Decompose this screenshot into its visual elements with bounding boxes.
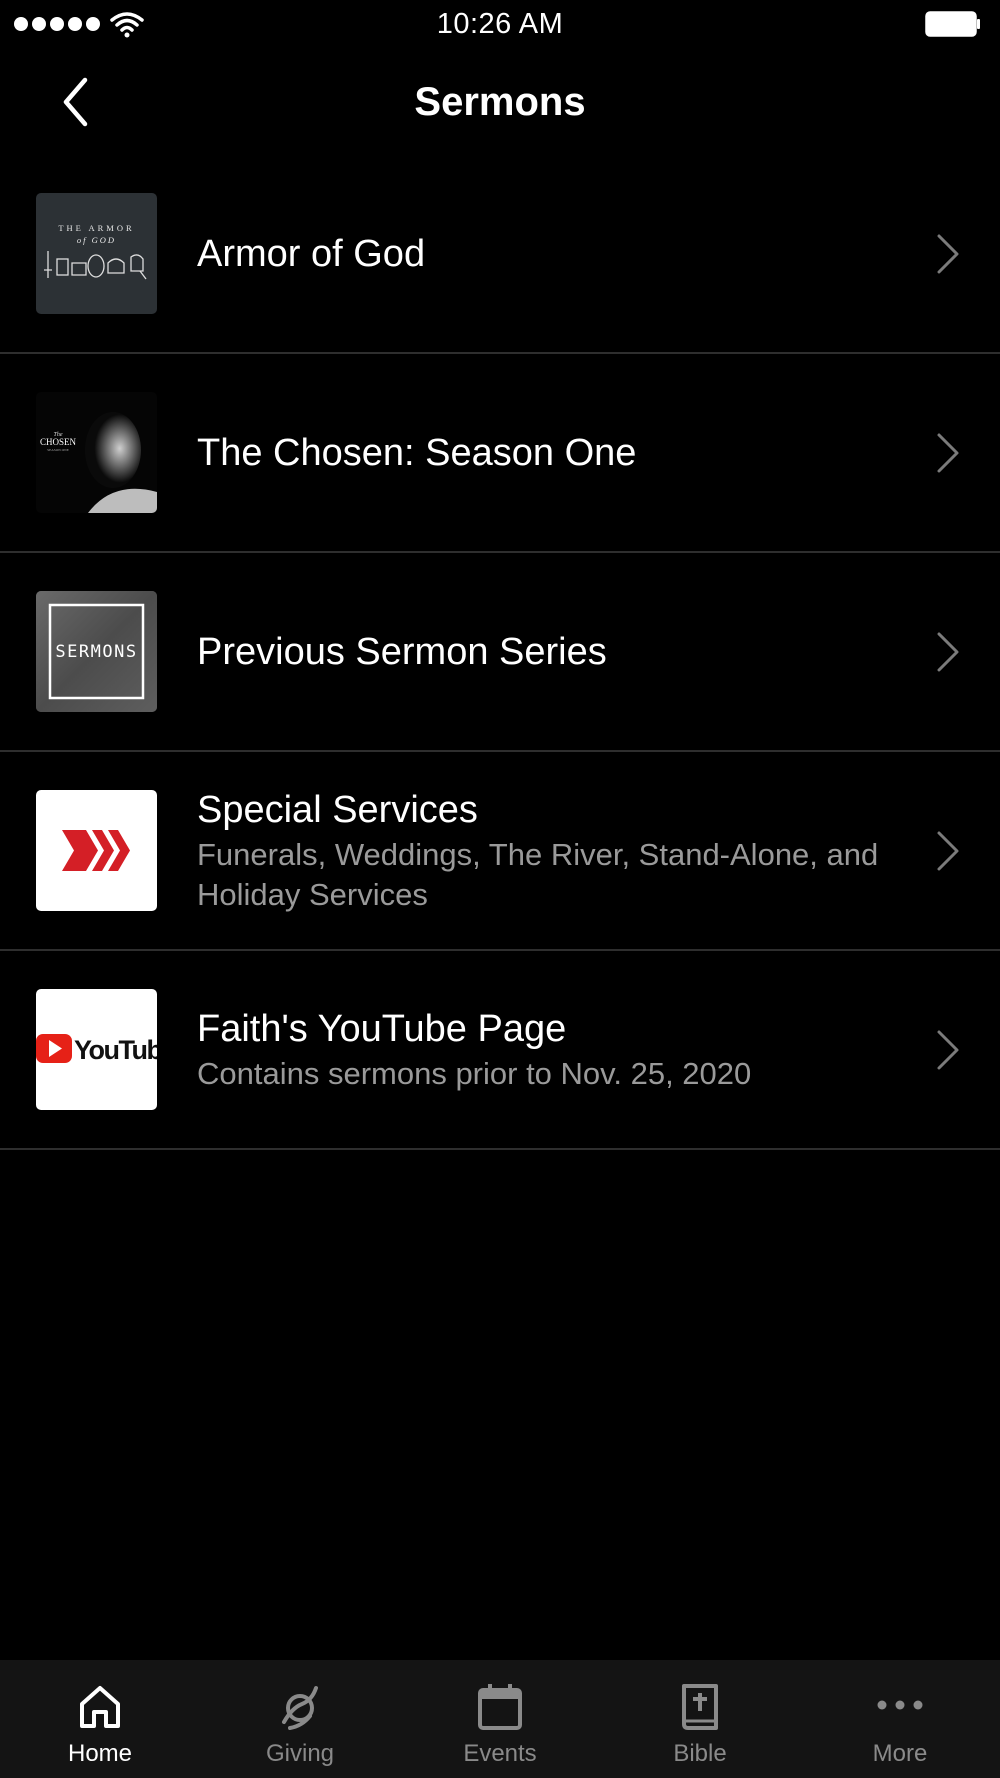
chevron-right-icon	[937, 1030, 959, 1070]
status-bar: 10:26 AM	[0, 0, 1000, 50]
youtube-thumb-text: YouTube	[74, 1035, 157, 1065]
navigation-bar: Sermons	[0, 50, 1000, 152]
youtube-logo-icon: YouTube	[36, 1034, 157, 1065]
tab-home[interactable]: Home	[0, 1660, 200, 1778]
chevron-right-icon	[937, 632, 959, 672]
tab-giving[interactable]: Giving	[200, 1660, 400, 1778]
home-icon	[80, 1686, 120, 1728]
youtube-thumbnail: YouTube	[36, 989, 157, 1110]
the-chosen-thumbnail: The CHOSEN SEASON ONE	[36, 392, 157, 513]
armor-of-god-thumbnail: THE ARMOR of GOD	[36, 193, 157, 314]
tab-more[interactable]: More	[800, 1660, 1000, 1778]
row-title: Faith's YouTube Page	[197, 1007, 567, 1050]
list-item-the-chosen[interactable]: The CHOSEN SEASON ONE The Chosen: Season…	[0, 354, 1000, 553]
row-subtitle: Contains sermons prior to Nov. 25, 2020	[197, 1055, 752, 1091]
tab-label: Home	[67, 1740, 133, 1767]
tab-label: Giving	[265, 1740, 335, 1767]
tab-label: Events	[463, 1740, 537, 1767]
armor-thumb-line1: THE ARMOR	[58, 223, 134, 233]
status-time: 10:26 AM	[436, 8, 564, 40]
row-title: Special Services	[197, 788, 478, 831]
special-services-thumbnail	[36, 790, 157, 911]
sermon-list: THE ARMOR of GOD Armor of God The CHOSEN…	[0, 155, 1000, 1150]
church-logo-icon	[62, 830, 130, 871]
tab-label: Bible	[673, 1740, 727, 1767]
list-item-special-services[interactable]: Special Services Funerals, Weddings, The…	[0, 752, 1000, 951]
list-item-previous-sermon-series[interactable]: SERMONS Previous Sermon Series	[0, 553, 1000, 752]
sermons-thumb-text: SERMONS	[55, 642, 137, 662]
chosen-thumb-line2: CHOSEN	[40, 437, 77, 447]
row-title: Previous Sermon Series	[197, 630, 607, 673]
giving-icon	[282, 1686, 318, 1730]
row-subtitle: Funerals, Weddings, The River, Stand-Alo…	[197, 836, 879, 912]
chosen-thumb-line3: SEASON ONE	[47, 448, 69, 452]
tab-events[interactable]: Events	[400, 1660, 600, 1778]
armor-thumb-line2: of GOD	[77, 235, 116, 245]
battery-icon	[925, 11, 980, 37]
row-title: Armor of God	[197, 232, 426, 275]
list-item-armor-of-god[interactable]: THE ARMOR of GOD Armor of God	[0, 155, 1000, 354]
chevron-right-icon	[937, 831, 959, 871]
previous-sermon-series-thumbnail: SERMONS	[36, 591, 157, 712]
tab-label: More	[872, 1740, 928, 1767]
chevron-right-icon	[937, 234, 959, 274]
row-title: The Chosen: Season One	[197, 431, 637, 474]
tab-bar: Home Giving Events Bible More	[0, 1660, 1000, 1778]
calendar-icon	[478, 1684, 522, 1730]
tab-bible[interactable]: Bible	[600, 1660, 800, 1778]
bible-icon	[682, 1684, 718, 1730]
page-title: Sermons	[414, 80, 586, 124]
list-item-youtube-page[interactable]: YouTube Faith's YouTube Page Contains se…	[0, 951, 1000, 1150]
chevron-right-icon	[937, 433, 959, 473]
more-icon	[877, 1700, 923, 1710]
